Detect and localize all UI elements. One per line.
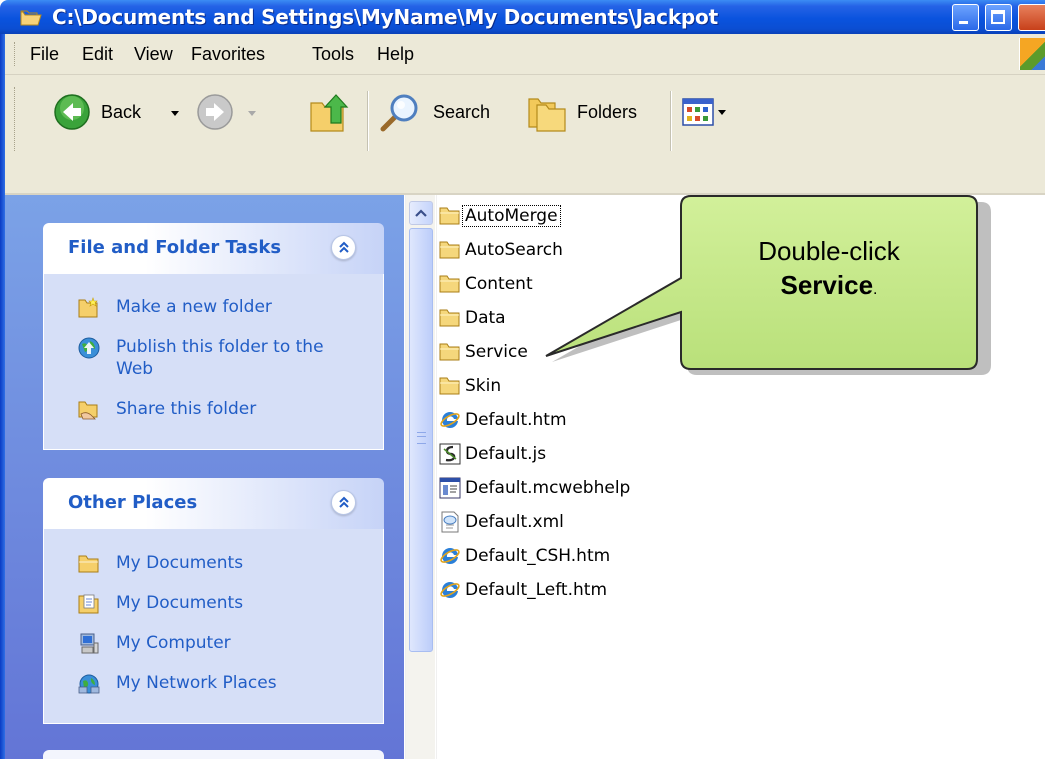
maximize-button[interactable] xyxy=(985,4,1012,31)
search-button[interactable]: Search xyxy=(377,89,509,135)
task-label: Make a new folder xyxy=(116,297,272,317)
menu-bar: File Edit View Favorites Tools Help xyxy=(5,34,1045,75)
ie-document-icon xyxy=(440,547,460,564)
chevron-up-icon xyxy=(415,209,427,217)
task-label: Share this folder xyxy=(116,399,257,419)
folder-open-icon xyxy=(20,10,42,26)
file-folder-tasks-box: File and Folder Tasks Make a new folder xyxy=(43,223,384,450)
search-label: Search xyxy=(433,102,491,122)
place-label: My Documents xyxy=(116,553,244,573)
file-name: Default.js xyxy=(465,444,547,464)
shared-documents-icon xyxy=(78,594,99,614)
task-pane: File and Folder Tasks Make a new folder xyxy=(5,195,404,759)
toolbar-separator xyxy=(670,91,672,151)
back-dropdown-icon[interactable] xyxy=(171,111,179,116)
file-folder-tasks-header[interactable]: File and Folder Tasks xyxy=(43,223,384,274)
menu-tools[interactable]: Tools xyxy=(312,44,354,65)
file-name: AutoMerge xyxy=(462,205,561,227)
menu-view[interactable]: View xyxy=(134,44,173,65)
details-box-edge xyxy=(43,750,384,759)
file-list: AutoMerge AutoSearch Content Data Servic… xyxy=(436,195,1045,759)
collapse-tasks-button[interactable] xyxy=(331,235,356,260)
double-chevron-up-icon xyxy=(339,241,349,253)
ie-document-icon xyxy=(440,411,460,428)
title-bar[interactable]: C:\Documents and Settings\MyName\My Docu… xyxy=(0,0,1045,34)
back-label: Back xyxy=(101,102,142,122)
other-places-body: My Documents My Documents My Computer My… xyxy=(43,529,384,724)
script-icon xyxy=(439,443,461,465)
folders-label: Folders xyxy=(577,102,638,122)
folders-icon xyxy=(528,98,566,132)
webhelp-icon xyxy=(439,477,461,499)
folders-button[interactable]: Folders xyxy=(525,89,655,135)
vertical-scrollbar[interactable] xyxy=(405,195,435,759)
forward-dropdown-icon[interactable] xyxy=(248,111,256,116)
search-icon xyxy=(380,94,418,132)
explorer-window: C:\Documents and Settings\MyName\My Docu… xyxy=(0,0,1045,759)
folder-icon xyxy=(439,241,460,259)
menu-grip[interactable] xyxy=(14,42,18,66)
forward-button[interactable] xyxy=(196,89,266,133)
back-button[interactable]: Back xyxy=(53,89,188,133)
views-dropdown-icon[interactable] xyxy=(718,110,726,115)
file-name: Data xyxy=(465,308,506,328)
other-places-header[interactable]: Other Places xyxy=(43,478,384,529)
publish-web-icon xyxy=(78,337,100,359)
file-name: Service xyxy=(465,342,528,362)
folder-icon xyxy=(439,207,460,225)
folder-icon xyxy=(439,309,460,327)
share-folder-icon xyxy=(78,401,98,420)
file-name: Default.mcwebhelp xyxy=(465,478,631,498)
other-places-title: Other Places xyxy=(68,492,198,513)
scroll-grip xyxy=(417,432,426,444)
place-label: My Documents xyxy=(116,593,244,613)
toolbar-grip[interactable] xyxy=(14,87,18,151)
minimize-button[interactable] xyxy=(952,4,979,31)
folder-icon xyxy=(78,555,99,573)
menu-file[interactable]: File xyxy=(30,44,59,65)
views-button[interactable] xyxy=(682,95,744,131)
network-icon xyxy=(78,674,100,694)
ie-document-icon xyxy=(440,581,460,598)
file-folder-tasks-title: File and Folder Tasks xyxy=(68,237,282,258)
menu-help[interactable]: Help xyxy=(377,44,414,65)
file-folder-tasks-body: Make a new folder Publish this folder to… xyxy=(43,274,384,450)
window-title: C:\Documents and Settings\MyName\My Docu… xyxy=(52,5,718,29)
new-folder-icon xyxy=(78,297,98,318)
other-places-box: Other Places My Documents My Documents M… xyxy=(43,478,384,724)
folder-icon xyxy=(439,275,460,293)
menu-edit[interactable]: Edit xyxy=(82,44,113,65)
scroll-thumb[interactable] xyxy=(409,228,433,652)
minimize-icon xyxy=(959,21,968,24)
forward-arrow-icon xyxy=(197,94,233,130)
file-name: Default.htm xyxy=(465,410,567,430)
file-name: Default.xml xyxy=(465,512,564,532)
folder-icon xyxy=(439,377,460,395)
place-label: My Network Places xyxy=(116,673,277,693)
file-name: AutoSearch xyxy=(465,240,563,260)
maximize-icon xyxy=(991,10,1005,24)
standard-toolbar: Back Search Folders xyxy=(5,75,1045,195)
back-arrow-icon xyxy=(54,94,90,130)
file-name: Skin xyxy=(465,376,502,396)
toolbar-separator xyxy=(367,91,369,151)
place-label: My Computer xyxy=(116,633,231,653)
xml-document-icon xyxy=(441,511,459,533)
task-label: Publish this folder to the Web xyxy=(116,337,324,379)
up-folder-icon[interactable] xyxy=(307,93,353,135)
computer-icon xyxy=(80,633,99,654)
close-button[interactable] xyxy=(1018,4,1045,31)
folder-icon xyxy=(439,343,460,361)
double-chevron-up-icon xyxy=(339,496,349,508)
collapse-places-button[interactable] xyxy=(331,490,356,515)
views-icon xyxy=(682,98,714,126)
menu-favorites[interactable]: Favorites xyxy=(191,44,265,65)
windows-logo xyxy=(1019,38,1045,70)
file-name: Default_Left.htm xyxy=(465,580,608,600)
scroll-up-button[interactable] xyxy=(409,201,433,225)
file-name: Content xyxy=(465,274,533,294)
file-name: Default_CSH.htm xyxy=(465,546,611,566)
